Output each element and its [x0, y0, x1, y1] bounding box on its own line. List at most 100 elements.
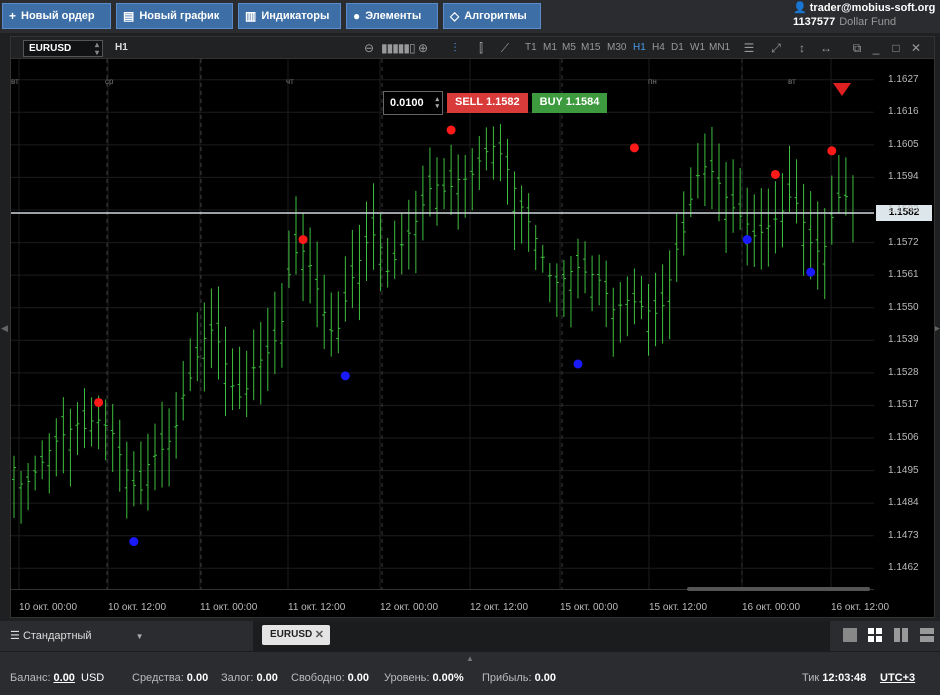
ohlc-bar [456, 154, 461, 230]
ohlc-bar [604, 260, 609, 328]
chart-icon: ▤ [123, 9, 135, 23]
collapse-panel-icon[interactable]: ▲ [466, 654, 474, 663]
tf-d1[interactable]: D1 [671, 42, 684, 53]
tf-h4[interactable]: H4 [652, 42, 665, 53]
day-label: вт [11, 77, 19, 86]
tf-t1[interactable]: T1 [525, 42, 537, 53]
tab-eurusd[interactable]: EURUSD ✕ [262, 625, 330, 645]
ohlc-bar [731, 159, 736, 233]
tf-m30[interactable]: M30 [607, 42, 626, 53]
chart-window: EURUSD ▴ ▾ H1 ⊖ ▮▮▮▮▮▯ ⊕ ⫶ ⫿ ⟋ T1 M1 M5 M1… [10, 36, 935, 618]
timezone-select[interactable]: UTC+3 [880, 672, 915, 684]
tf-mn1[interactable]: MN1 [709, 42, 730, 53]
ohlc-bar [301, 213, 306, 302]
algorithms-button[interactable]: ◇ Алгоритмы [443, 3, 541, 29]
price-tick-label: 1.1605 [888, 138, 919, 150]
ohlc-bar [89, 397, 94, 447]
zoom-slider[interactable]: ▮▮▮▮▮▯ [381, 40, 416, 56]
tab-panel: EURUSD ✕ [253, 621, 830, 651]
price-tick-label: 1.1484 [888, 497, 919, 509]
candle-chart-icon[interactable]: ⫿ [473, 40, 489, 56]
ohlc-bar [498, 123, 503, 182]
ohlc-bar [484, 127, 489, 171]
layout-columns-icon[interactable] [894, 628, 908, 642]
ohlc-bar [843, 157, 848, 216]
ohlc-bar [174, 391, 179, 459]
layout-rows-icon[interactable] [920, 628, 934, 642]
close-tab-icon[interactable]: ✕ [315, 628, 324, 641]
tf-m15[interactable]: M15 [581, 42, 600, 53]
funds: Средства: 0.00 [132, 672, 209, 684]
elements-button[interactable]: ● Элементы [346, 3, 438, 29]
time-tick-label: 12 окт. 12:00 [470, 602, 529, 613]
settings-icon[interactable]: ☰ [741, 40, 757, 56]
line-chart-icon[interactable]: ⟋ [497, 40, 513, 56]
layout-grid-icon[interactable] [868, 628, 882, 642]
user-info[interactable]: 👤 trader@mobius-soft.org 1137577 Dollar F… [793, 1, 936, 28]
new-chart-button[interactable]: ▤ Новый график [116, 3, 233, 29]
price-tick-label: 1.1583 [888, 204, 919, 215]
indicators-button[interactable]: ▥ Индикаторы [238, 3, 341, 29]
user-email: trader@mobius-soft.org [809, 2, 936, 14]
zoom-out-icon[interactable]: ⊖ [361, 40, 377, 56]
ohlc-bar [202, 302, 207, 392]
lot-size-input[interactable]: 0.0100 ▴ ▾ [383, 91, 443, 115]
chart-plot-area[interactable]: вт ср чт пн вт 0.0100 ▴ ▾ SELL 1.1582 BUY … [11, 59, 874, 589]
ohlc-bar [209, 288, 214, 369]
zoom-in-icon[interactable]: ⊕ [415, 40, 431, 56]
price-alert-icon[interactable] [833, 83, 851, 96]
tab-bar: ☰ Стандартный ▼ EURUSD ✕ [0, 621, 940, 651]
layout-select[interactable]: ☰ Стандартный ▼ [10, 629, 144, 642]
algo-icon: ◇ [450, 9, 460, 23]
ohlc-bar [54, 418, 59, 477]
horizontal-fit-icon[interactable]: ↔ [818, 40, 834, 56]
balance: Баланс: 0.00 USD [10, 672, 105, 684]
ohlc-bar [40, 440, 45, 480]
time-tick-label: 11 окт. 00:00 [200, 602, 258, 613]
ohlc-bar [477, 136, 482, 191]
account-number: 1137577 [793, 16, 836, 28]
symbol-select[interactable]: EURUSD ▴ ▾ [23, 40, 103, 57]
ohlc-bar [667, 250, 672, 340]
ohlc-bar [357, 224, 362, 321]
new-order-button[interactable]: + Новый ордер [2, 3, 111, 29]
left-collapse-icon[interactable]: ◀ [1, 323, 8, 334]
tf-m1[interactable]: M1 [543, 42, 557, 53]
ohlc-bar [160, 401, 165, 488]
ohlc-bar [491, 126, 496, 180]
tf-h1[interactable]: H1 [633, 42, 646, 53]
sell-button[interactable]: SELL 1.1582 [447, 93, 528, 113]
chart-scrollbar[interactable] [687, 587, 870, 591]
ohlc-bar [427, 147, 432, 217]
scale-icon[interactable]: ⤢ [768, 40, 784, 56]
popout-icon[interactable]: ⧉ [849, 40, 865, 56]
ohlc-bar [583, 241, 588, 294]
vertical-fit-icon[interactable]: ↕ [794, 40, 810, 56]
current-timeframe: H1 [115, 42, 128, 53]
maximize-icon[interactable]: □ [888, 40, 904, 56]
price-axis[interactable]: 1.1582 1.1627 1.1616 1.1605 1.1594 1.1583 1.1… [874, 59, 934, 617]
level: Уровень: 0.00% [384, 672, 464, 684]
ohlc-bar [759, 188, 764, 270]
ohlc-bar [279, 283, 284, 368]
minimize-icon[interactable]: _ [868, 40, 884, 56]
price-tick-label: 1.1627 [888, 73, 919, 85]
fractal-high-point [446, 125, 456, 135]
ohlc-bar [181, 360, 186, 421]
ohlc-bar [653, 272, 658, 347]
ohlc-bar [512, 171, 517, 251]
price-tick-label: 1.1561 [888, 269, 919, 281]
close-icon[interactable]: ✕ [908, 40, 924, 56]
price-chart[interactable] [11, 59, 874, 589]
ohlc-bar [294, 196, 298, 275]
tf-w1[interactable]: W1 [690, 42, 705, 53]
fractal-low-point [806, 267, 816, 277]
fund-name: Dollar Fund [839, 16, 897, 28]
layout-single-icon[interactable] [843, 628, 857, 642]
ohlc-bar [216, 286, 221, 380]
tf-m5[interactable]: M5 [562, 42, 576, 53]
day-label: чт [286, 77, 294, 86]
buy-button[interactable]: BUY 1.1584 [531, 93, 608, 113]
bar-chart-icon[interactable]: ⫶ [447, 40, 463, 56]
time-axis[interactable]: 10 окт. 00:00 10 окт. 12:00 11 окт. 00:00 1… [11, 589, 889, 617]
